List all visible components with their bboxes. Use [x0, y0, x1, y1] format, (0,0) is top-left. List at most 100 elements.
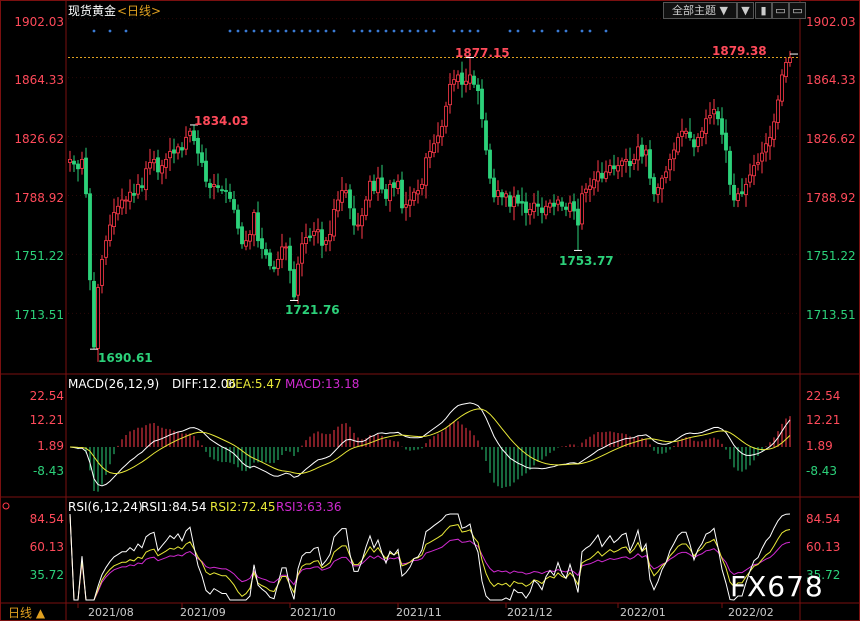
candle-body	[248, 234, 252, 242]
event-dot	[392, 29, 396, 33]
event-dot	[284, 29, 288, 33]
candle-body	[548, 202, 552, 208]
candle-body	[120, 199, 124, 209]
candle-body	[136, 184, 140, 195]
candle-body	[704, 118, 708, 134]
candle-body	[512, 196, 516, 208]
candle-body	[436, 135, 440, 144]
candle-body	[324, 240, 328, 245]
event-dot	[360, 29, 364, 33]
low-annotation: 1753.77	[559, 254, 614, 268]
candle-body	[772, 121, 776, 140]
candle-body	[76, 163, 80, 170]
candle-body	[84, 157, 88, 195]
candle-body	[516, 194, 520, 204]
event-dot	[92, 29, 96, 33]
candle-body	[472, 75, 476, 85]
candle-body	[104, 240, 108, 258]
event-dot	[460, 29, 464, 33]
chart-canvas[interactable]	[0, 0, 860, 621]
dropdown-button[interactable]: ▼	[737, 2, 754, 19]
candle-body	[252, 212, 256, 236]
candle-body	[412, 191, 416, 201]
price-tick-right: 1713.51	[806, 308, 856, 322]
candle-body	[376, 177, 380, 194]
candle-body	[292, 269, 296, 298]
price-tick-right: 1864.33	[806, 73, 856, 87]
period-label[interactable]: <日线>	[117, 4, 161, 18]
price-tick-left: 1788.92	[14, 191, 64, 205]
candle-body	[216, 185, 220, 188]
rsi-tick-right: 84.54	[806, 512, 841, 526]
candle-body	[604, 171, 608, 179]
candle-body	[680, 130, 684, 137]
event-dot	[588, 29, 592, 33]
candle-body	[596, 171, 600, 182]
candle-body	[564, 206, 568, 210]
candle-body	[652, 177, 656, 195]
event-dot	[564, 29, 568, 33]
candle-body	[368, 180, 372, 201]
candle-body	[540, 207, 544, 213]
period-toggle-button[interactable]: 日线 ▲	[8, 606, 45, 620]
candle-body	[716, 111, 720, 120]
rsi3-label: RSI3:63.36	[276, 500, 342, 514]
candle-body	[492, 177, 496, 198]
candle-body	[684, 130, 688, 134]
macd-value-label: MACD:13.18	[285, 377, 360, 391]
candle-body	[700, 130, 704, 139]
candle-body	[632, 158, 636, 165]
pin-button[interactable]: ▮	[755, 2, 772, 19]
rsi-tick-left: 35.72	[29, 568, 64, 582]
event-dot	[516, 29, 520, 33]
event-dot	[108, 29, 112, 33]
dropdown-icon: ▼	[741, 4, 750, 17]
candle-body	[640, 144, 644, 157]
candle-body	[616, 165, 620, 172]
candle-body	[256, 212, 260, 242]
candle-body	[536, 203, 540, 207]
event-dot	[268, 29, 272, 33]
candle-body	[656, 187, 660, 195]
theme-select[interactable]: 全部主题 ▼	[663, 2, 737, 19]
macd-dea-label: DEA:5.47	[226, 377, 282, 391]
event-dot	[408, 29, 412, 33]
candle-body	[488, 149, 492, 179]
candle-body	[380, 177, 384, 190]
candle-body	[776, 99, 780, 123]
candle-body	[672, 149, 676, 160]
event-dot	[376, 29, 380, 33]
candle-body	[484, 120, 488, 151]
candle-body	[468, 74, 472, 84]
candle-body	[400, 179, 404, 209]
candle-body	[780, 74, 784, 102]
event-dot	[352, 29, 356, 33]
maximize-button[interactable]: ▭	[789, 2, 806, 19]
low-annotation: 1721.76	[285, 303, 340, 317]
candle-body	[240, 226, 244, 245]
rsi-params: RSI(6,12,24)	[68, 500, 143, 514]
candle-body	[676, 137, 680, 153]
candle-body	[296, 263, 300, 296]
candle-body	[572, 201, 576, 212]
rsi2-label: RSI2:72.45	[210, 500, 276, 514]
macd-params: MACD(26,12,9)	[68, 377, 160, 391]
candle-body	[276, 259, 280, 269]
minimize-button[interactable]: ▭	[772, 2, 789, 19]
candle-body	[448, 83, 452, 106]
candle-body	[244, 240, 248, 247]
price-tick-left: 1751.22	[14, 249, 64, 263]
candle-body	[356, 224, 360, 227]
x-tick-label: 2021/09	[180, 606, 226, 619]
event-dot	[324, 29, 328, 33]
candle-body	[724, 132, 728, 151]
price-tick-right: 1788.92	[806, 191, 856, 205]
chevron-down-icon: ▼	[719, 4, 728, 17]
candle-body	[168, 151, 172, 159]
candle-body	[752, 165, 756, 177]
watermark-logo: FX678	[730, 570, 824, 603]
rsi-tick-right: 60.13	[806, 540, 841, 554]
candle-body	[232, 199, 236, 210]
candle-body	[340, 190, 344, 203]
candle-body	[444, 105, 448, 127]
